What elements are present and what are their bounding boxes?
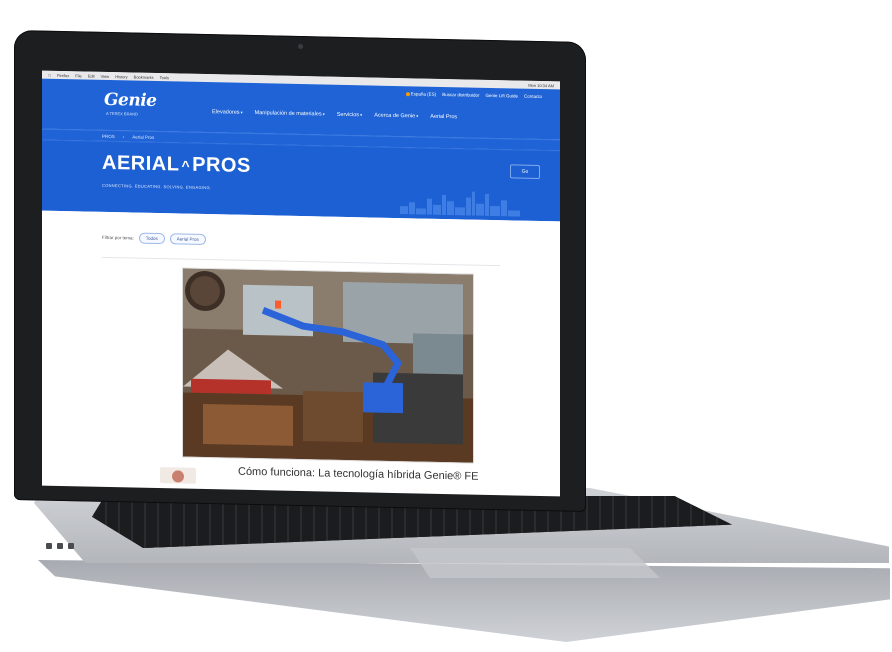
caret-icon: ^ (181, 157, 191, 174)
breadcrumb-item[interactable]: PROS (102, 133, 115, 138)
menubar-item[interactable]: History (115, 74, 127, 79)
breadcrumb-item[interactable]: Aerial Pros (132, 134, 154, 139)
laptop-ports (46, 543, 74, 549)
banner-tagline: CONNECTING. EDUCATING. SOLVING. ENGAGING… (102, 182, 212, 191)
menubar-item[interactable]: File (75, 73, 81, 78)
aerial-pros-logo[interactable]: AERIAL ^ PROS (102, 152, 251, 178)
main-nav: Elevadores Manipulación de materiales Se… (212, 109, 457, 120)
banner-button[interactable]: Go (510, 164, 540, 180)
menubar-item[interactable]: Edit (88, 73, 95, 78)
webcam-icon (298, 43, 303, 50)
laptop-scene:  Firefox File Edit View History Bookmar… (0, 0, 892, 652)
article-hero-image[interactable] (182, 267, 474, 464)
menubar-item[interactable]: Firefox (57, 72, 69, 77)
nav-item-acerca[interactable]: Acerca de Genie (374, 113, 418, 120)
menubar-item[interactable]: Bookmarks (134, 74, 154, 79)
apple-icon[interactable]:  (48, 72, 51, 77)
topic-filters: Filtrar por tema: Todos Aerial Pros (102, 232, 206, 246)
laptop-trackpad (410, 548, 660, 578)
menubar-item[interactable]: Tools (160, 75, 169, 80)
utility-link-guide[interactable]: Genie Lift Guide (485, 93, 518, 99)
author-avatar[interactable] (160, 467, 196, 484)
utility-link-contact[interactable]: Contacto (524, 94, 542, 99)
utility-link-dealer[interactable]: Buscar distribuidor (442, 92, 479, 98)
filter-label: Filtrar por tema: (102, 234, 134, 241)
laptop-lid:  Firefox File Edit View History Bookmar… (14, 30, 586, 512)
nav-item-elevadores[interactable]: Elevadores (212, 109, 243, 116)
browser-screen:  Firefox File Edit View History Bookmar… (42, 70, 560, 497)
nav-item-aerial-pros[interactable]: Aerial Pros (430, 114, 457, 121)
main-content: Filtrar por tema: Todos Aerial Pros Cómo… (42, 210, 560, 492)
filter-pill-aerial-pros[interactable]: Aerial Pros (169, 233, 206, 246)
utility-link-region[interactable]: España (ES) (405, 91, 436, 97)
nav-item-manipulacion[interactable]: Manipulación de materiales (255, 110, 325, 117)
aerial-pros-banner: AERIAL ^ PROS CONNECTING. EDUCATING. SOLVI… (42, 139, 560, 222)
nav-item-servicios[interactable]: Servicios (337, 112, 362, 119)
breadcrumb-separator: › (122, 133, 125, 139)
city-skyline-icon (400, 191, 520, 217)
menubar-clock[interactable]: Mon 10:34 AM (528, 82, 554, 88)
article-headline[interactable]: Cómo funciona: La tecnología híbrida Gen… (238, 466, 478, 483)
genie-logo[interactable]: Genie (104, 90, 156, 111)
filter-pill-all[interactable]: Todos (138, 232, 165, 245)
flag-icon (405, 92, 410, 97)
divider (102, 256, 500, 267)
logo-subtitle: A TEREX BRAND (106, 110, 138, 117)
menubar-item[interactable]: View (101, 73, 110, 78)
utility-links: España (ES) Buscar distribuidor Genie Li… (405, 91, 542, 99)
